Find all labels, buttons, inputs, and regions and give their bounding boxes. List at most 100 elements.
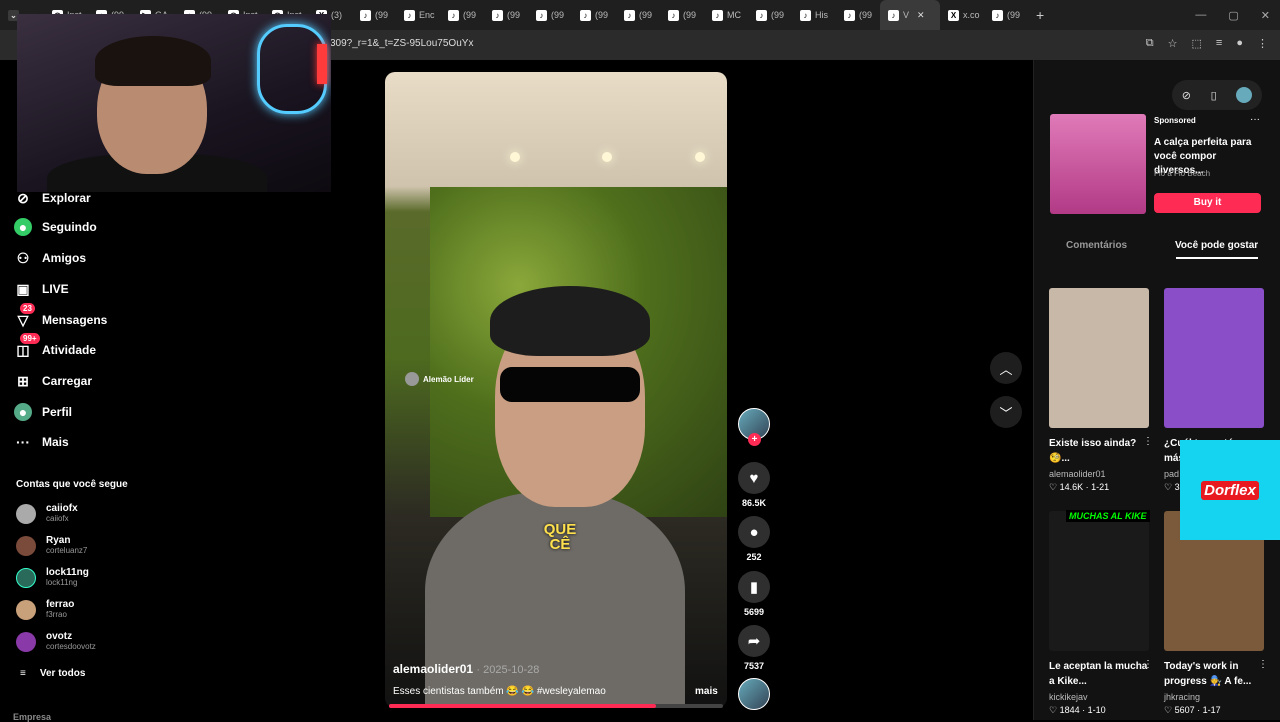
browser-tab[interactable]: ♪ Enc [396, 0, 440, 30]
buy-it-button[interactable]: Buy it [1154, 193, 1261, 213]
ceiling-lamp [510, 152, 520, 162]
extensions-icon[interactable]: ⬚ [1192, 37, 1202, 50]
favicon-icon: ♪ [492, 9, 503, 21]
browser-tab[interactable]: ♪(99 [660, 0, 704, 30]
browser-tab[interactable]: ♪ His [792, 0, 836, 30]
following-icon: ● [14, 218, 32, 236]
like-button[interactable]: ♥ 86.5K [738, 462, 770, 508]
followed-account[interactable]: lock11ng lock11ng [16, 567, 89, 588]
phone-icon[interactable]: ▯ [1211, 89, 1217, 102]
sidebar-item-live[interactable]: ▣ LIVE [14, 280, 68, 298]
sidebar-item-atividade[interactable]: ◫ 99+ Atividade [14, 333, 96, 359]
browser-tab[interactable]: ♪(99 [484, 0, 528, 30]
new-tab-button[interactable]: + [1036, 7, 1044, 23]
share-button[interactable]: ➦ 7537 [738, 625, 770, 671]
sidebar-item-carregar[interactable]: ⊞ Carregar [14, 372, 92, 390]
video-thumbnail[interactable] [1049, 288, 1149, 428]
dorflex-ad-overlay[interactable]: Dorflex [1180, 440, 1280, 540]
messages-badge: 23 [20, 303, 35, 314]
watermark-avatar [405, 372, 419, 386]
recommended-video-card[interactable]: Today's work in progress 🧑‍🔧 A fe... ⋮ j… [1164, 511, 1268, 716]
ad-brand: Flo a Flo Beach [1154, 169, 1211, 178]
ad-menu-icon[interactable]: ··· [1250, 114, 1260, 125]
save-button[interactable]: ▮ 5699 [738, 571, 770, 617]
comment-button[interactable]: ● 252 [738, 516, 770, 562]
more-button[interactable]: mais [695, 686, 718, 697]
close-icon[interactable]: ✕ [1261, 9, 1270, 22]
previous-video-button[interactable]: ︿ [990, 352, 1022, 384]
upload-icon: ⊞ [17, 372, 29, 389]
recommended-video-card[interactable]: Le aceptan la mucha a Kike... ⋮ kickikej… [1049, 511, 1153, 716]
video-thumbnail[interactable] [1164, 288, 1264, 428]
profile-icon: ● [14, 403, 32, 421]
sidebar-item-mensagens[interactable]: ▽ 23 Mensagens [14, 303, 107, 329]
sidebar-item-amigos[interactable]: ⚇ Amigos [14, 249, 86, 267]
followed-account[interactable]: ferrao f3rrao [16, 599, 74, 620]
bookmark-star-icon[interactable]: ☆ [1168, 37, 1178, 50]
compass-icon: ⊘ [17, 189, 29, 206]
followed-account[interactable]: Ryan corteluanz7 [16, 535, 87, 556]
comment-icon: ● [738, 516, 770, 548]
profile-avatar-icon[interactable]: ● [1236, 37, 1243, 50]
close-tab-icon[interactable]: ✕ [917, 10, 925, 21]
compass-icon[interactable]: ⊘ [1182, 89, 1191, 102]
video-watermark: Alemão Líder [405, 372, 474, 386]
next-video-button[interactable]: ﹀ [990, 396, 1022, 428]
browser-tab[interactable]: ♪(99 [836, 0, 880, 30]
followed-account[interactable]: ovotz cortesdoovotz [16, 631, 96, 652]
recommended-video-card[interactable]: Existe isso ainda? 🧐... ⋮ alemaolider01 … [1049, 288, 1153, 493]
video-player[interactable]: Alemão Líder QUE CÊ [385, 72, 727, 708]
video-thumbnail[interactable] [1049, 511, 1149, 651]
browser-tab[interactable]: ♪ V ✕ [880, 0, 940, 30]
favicon-icon: ♪ [580, 9, 591, 21]
browser-tab[interactable]: ♪(99 [352, 0, 396, 30]
maximize-icon[interactable]: ▢ [1228, 9, 1238, 22]
favicon-icon: ♪ [844, 9, 855, 21]
follow-plus-icon[interactable]: + [748, 433, 761, 446]
sidebar-item-explorar[interactable]: ⊘ Explorar [14, 189, 91, 207]
bookmark-icon: ▮ [738, 571, 770, 603]
favicon-icon: ♪ [992, 9, 1003, 21]
chevron-up-icon: ︿ [999, 361, 1013, 377]
video-caption: QUE CÊ [543, 521, 577, 553]
browser-tab[interactable]: ♪(99 [572, 0, 616, 30]
followed-account[interactable]: caiiofx caiiofx [16, 503, 78, 524]
favicon-icon: ♪ [536, 9, 547, 21]
favicon-icon: X [948, 9, 959, 21]
tab-you-may-like[interactable]: Você pode gostar [1175, 240, 1258, 251]
browser-tab[interactable]: ♪(99 [440, 0, 484, 30]
browser-tab[interactable]: ♪(99 [984, 0, 1028, 30]
browser-tab[interactable]: ♪(99 [748, 0, 792, 30]
media-icon[interactable]: ≡ [1216, 37, 1222, 50]
avatar [16, 631, 36, 652]
more-icon[interactable]: ⋮ [1143, 659, 1153, 670]
tab-comments[interactable]: Comentários [1066, 240, 1127, 251]
friends-icon: ⚇ [16, 249, 30, 266]
sidebar-item-seguindo[interactable]: ● Seguindo [14, 218, 97, 236]
browser-tab[interactable]: Xx.co [940, 0, 984, 30]
browser-tab[interactable]: ♪(99 [616, 0, 660, 30]
footer-company-link[interactable]: Empresa [13, 712, 51, 722]
ad-thumbnail[interactable] [1050, 114, 1146, 214]
sidebar-item-perfil[interactable]: ● Perfil [14, 403, 72, 421]
video-progress-bar[interactable] [389, 704, 723, 708]
person-cap [490, 286, 650, 356]
browser-tab[interactable]: ♪ MC [704, 0, 748, 30]
video-author[interactable]: alemaolider01 · 2025-10-28 [393, 662, 539, 676]
menu-kebab-icon[interactable]: ⋮ [1257, 37, 1268, 50]
thumbnail-text-overlay: MUCHAS AL KIKE [1066, 510, 1150, 522]
sidebar-item-mais[interactable]: ··· Mais [14, 433, 69, 451]
streamer-hair [95, 36, 211, 86]
sound-avatar-button[interactable] [738, 678, 770, 710]
avatar [16, 599, 36, 620]
see-all-link[interactable]: ≡ Ver todos [20, 668, 85, 679]
user-avatar[interactable] [1236, 87, 1253, 103]
url-input[interactable]: 309?_r=1&_t=ZS-95Lou75OuYx [330, 38, 473, 49]
install-icon[interactable]: ⧉ [1146, 37, 1154, 50]
favicon-icon: ♪ [712, 9, 723, 21]
more-icon[interactable]: ⋮ [1258, 659, 1268, 670]
author-avatar-button[interactable]: + [738, 408, 770, 446]
browser-tab[interactable]: ♪(99 [528, 0, 572, 30]
more-icon[interactable]: ⋮ [1143, 436, 1153, 447]
minimize-icon[interactable]: — [1195, 9, 1206, 21]
